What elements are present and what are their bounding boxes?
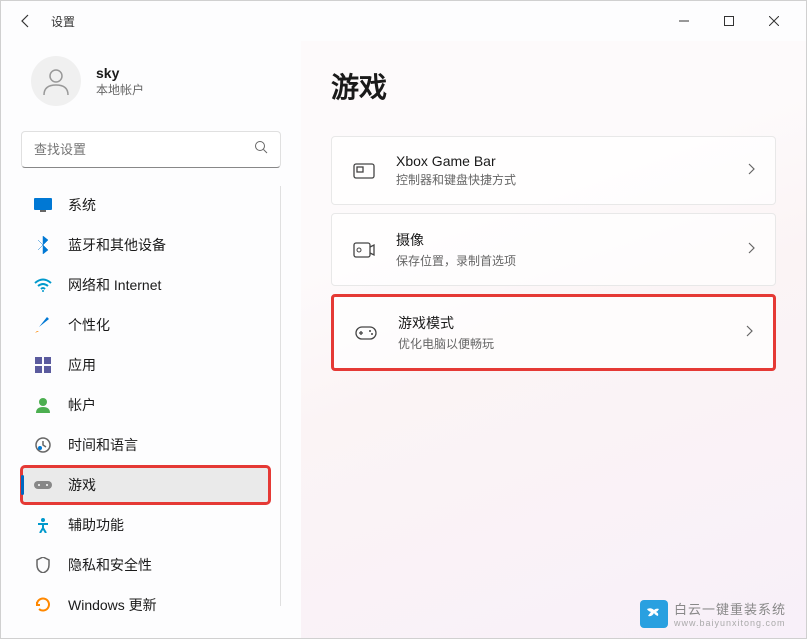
content: sky 本地帐户 系统 蓝牙和其他设备 网络和 Internet bbox=[1, 41, 806, 638]
watermark-title: 白云一键重装系统 bbox=[674, 599, 786, 618]
user-info: sky 本地帐户 bbox=[96, 65, 144, 98]
card-title: Xbox Game Bar bbox=[396, 153, 747, 169]
sidebar-item-personalization[interactable]: 个性化 bbox=[21, 306, 270, 344]
xbox-icon bbox=[352, 159, 376, 183]
nav-label: 辅助功能 bbox=[68, 515, 258, 535]
nav-label: 游戏 bbox=[68, 475, 258, 495]
page-title: 游戏 bbox=[331, 66, 776, 106]
main-content: 游戏 Xbox Game Bar 控制器和键盘快捷方式 摄像 保存位置，录制首选… bbox=[301, 41, 806, 638]
sidebar-item-time-language[interactable]: 时间和语言 bbox=[21, 426, 270, 464]
card-text: 游戏模式 优化电脑以便畅玩 bbox=[398, 313, 745, 352]
nav-label: 系统 bbox=[68, 195, 258, 215]
gamepad-icon bbox=[33, 475, 53, 495]
card-text: Xbox Game Bar 控制器和键盘快捷方式 bbox=[396, 153, 747, 188]
system-icon bbox=[33, 195, 53, 215]
update-icon bbox=[33, 595, 53, 615]
back-arrow-icon bbox=[18, 13, 34, 29]
bird-icon bbox=[645, 605, 663, 623]
gamepad-icon bbox=[354, 321, 378, 345]
window-title: 设置 bbox=[51, 13, 75, 30]
chevron-right-icon bbox=[747, 162, 755, 180]
sidebar: sky 本地帐户 系统 蓝牙和其他设备 网络和 Internet bbox=[1, 41, 301, 638]
apps-icon bbox=[33, 355, 53, 375]
avatar bbox=[31, 56, 81, 106]
search-input[interactable] bbox=[34, 142, 254, 157]
nav-label: 帐户 bbox=[68, 395, 258, 415]
chevron-right-icon bbox=[747, 241, 755, 259]
accounts-icon bbox=[33, 395, 53, 415]
watermark-logo bbox=[640, 600, 668, 628]
sidebar-item-system[interactable]: 系统 bbox=[21, 186, 270, 224]
watermark-url: www.baiyunxitong.com bbox=[674, 618, 786, 628]
nav-label: 隐私和安全性 bbox=[68, 555, 258, 575]
nav-list: 系统 蓝牙和其他设备 网络和 Internet 个性化 应用 帐户 bbox=[21, 186, 281, 606]
user-name: sky bbox=[96, 65, 144, 81]
maximize-button[interactable] bbox=[706, 6, 751, 36]
nav-label: 蓝牙和其他设备 bbox=[68, 235, 258, 255]
watermark: 白云一键重装系统 www.baiyunxitong.com bbox=[640, 599, 786, 628]
sidebar-item-accounts[interactable]: 帐户 bbox=[21, 386, 270, 424]
card-game-mode[interactable]: 游戏模式 优化电脑以便畅玩 bbox=[331, 294, 776, 371]
minimize-button[interactable] bbox=[661, 6, 706, 36]
shield-icon bbox=[33, 555, 53, 575]
card-subtitle: 优化电脑以便畅玩 bbox=[398, 335, 745, 352]
search-box[interactable] bbox=[21, 131, 281, 168]
user-section[interactable]: sky 本地帐户 bbox=[21, 56, 281, 106]
search-icon bbox=[254, 140, 268, 159]
nav-label: Windows 更新 bbox=[68, 595, 258, 615]
close-button[interactable] bbox=[751, 6, 796, 36]
sidebar-item-bluetooth[interactable]: 蓝牙和其他设备 bbox=[21, 226, 270, 264]
card-text: 摄像 保存位置，录制首选项 bbox=[396, 230, 747, 269]
minimize-icon bbox=[679, 16, 689, 26]
watermark-text: 白云一键重装系统 www.baiyunxitong.com bbox=[674, 599, 786, 628]
sidebar-item-apps[interactable]: 应用 bbox=[21, 346, 270, 384]
paintbrush-icon bbox=[33, 315, 53, 335]
sidebar-item-windows-update[interactable]: Windows 更新 bbox=[21, 586, 270, 624]
sidebar-item-network[interactable]: 网络和 Internet bbox=[21, 266, 270, 304]
nav-label: 网络和 Internet bbox=[68, 275, 258, 295]
maximize-icon bbox=[724, 16, 734, 26]
nav-label: 个性化 bbox=[68, 315, 258, 335]
sidebar-item-accessibility[interactable]: 辅助功能 bbox=[21, 506, 270, 544]
back-button[interactable] bbox=[11, 6, 41, 36]
accessibility-icon bbox=[33, 515, 53, 535]
close-icon bbox=[769, 16, 779, 26]
nav-label: 应用 bbox=[68, 355, 258, 375]
clock-icon bbox=[33, 435, 53, 455]
chevron-right-icon bbox=[745, 324, 753, 342]
titlebar: 设置 bbox=[1, 1, 806, 41]
window-controls bbox=[661, 6, 796, 36]
nav-label: 时间和语言 bbox=[68, 435, 258, 455]
bluetooth-icon bbox=[33, 235, 53, 255]
card-captures[interactable]: 摄像 保存位置，录制首选项 bbox=[331, 213, 776, 286]
user-type: 本地帐户 bbox=[96, 81, 144, 98]
card-title: 摄像 bbox=[396, 230, 747, 250]
card-title: 游戏模式 bbox=[398, 313, 745, 333]
camera-icon bbox=[352, 238, 376, 262]
sidebar-item-privacy[interactable]: 隐私和安全性 bbox=[21, 546, 270, 584]
wifi-icon bbox=[33, 275, 53, 295]
card-xbox-game-bar[interactable]: Xbox Game Bar 控制器和键盘快捷方式 bbox=[331, 136, 776, 205]
person-icon bbox=[40, 65, 72, 97]
card-subtitle: 控制器和键盘快捷方式 bbox=[396, 171, 747, 188]
card-subtitle: 保存位置，录制首选项 bbox=[396, 252, 747, 269]
sidebar-item-gaming[interactable]: 游戏 bbox=[21, 466, 270, 504]
